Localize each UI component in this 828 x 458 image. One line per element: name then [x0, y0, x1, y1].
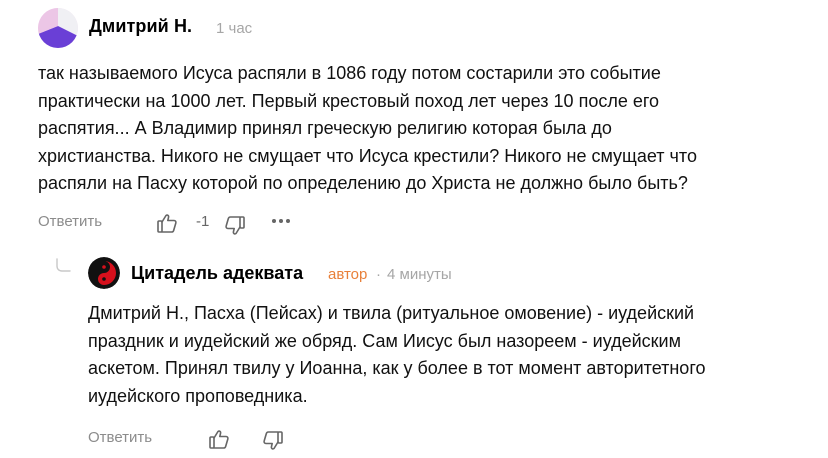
comment-author[interactable]: Дмитрий Н. [89, 16, 192, 37]
thread-connector-icon [55, 258, 73, 279]
reply-text: Дмитрий Н., Пасха (Пейсах) и твила (риту… [88, 300, 808, 410]
comment-text: так называемого Исуса распяли в 1086 год… [38, 60, 818, 198]
reply-text-line: праздник и иудейский же обряд. Сам Иисус… [88, 330, 681, 351]
thumbs-up-icon[interactable] [208, 428, 230, 450]
comment-text-line: так называемого Исуса распяли в 1086 год… [38, 63, 661, 83]
reply-button[interactable]: Ответить [88, 429, 152, 446]
comment-text-line: распятия... А Владимир принял греческую … [38, 118, 612, 138]
avatar-image [38, 8, 78, 48]
more-options-icon[interactable] [270, 213, 292, 234]
comment-text-line: распяли на Пасху которой по определению … [38, 173, 688, 193]
reply-actions: Ответить [88, 425, 388, 453]
reply-avatar[interactable] [88, 257, 120, 289]
avatar[interactable] [38, 8, 78, 48]
comment-timestamp: 1 час [216, 20, 253, 37]
comments-page: Дмитрий Н. 1 час так называемого Исуса р… [0, 0, 828, 458]
comment-score: -1 [196, 213, 210, 230]
comment-actions: Ответить -1 [38, 209, 338, 237]
yin-yang-icon [88, 257, 120, 289]
thumbs-down-icon[interactable] [224, 215, 246, 237]
author-badge: автор [328, 266, 368, 283]
thumbs-up-icon[interactable] [156, 212, 178, 234]
reply-timestamp: 4 минуты [387, 266, 452, 283]
comment-text-line: христианства. Никого не смущает что Исус… [38, 145, 697, 166]
reply-text-line: Дмитрий Н., Пасха (Пейсах) и твила (риту… [88, 303, 695, 323]
comment-text-line: практически на 1000 лет. Первый крестовы… [38, 90, 660, 111]
reply-author[interactable]: Цитадель адеквата [131, 263, 303, 284]
reply-text-line: иудейского проповедника. [88, 385, 308, 406]
reply-button[interactable]: Ответить [38, 213, 102, 230]
thumbs-down-icon[interactable] [262, 430, 284, 452]
reply-text-line: аскетом. Принял твилу у Иоанна, как у бо… [88, 358, 706, 378]
separator-dot: · [376, 266, 381, 283]
